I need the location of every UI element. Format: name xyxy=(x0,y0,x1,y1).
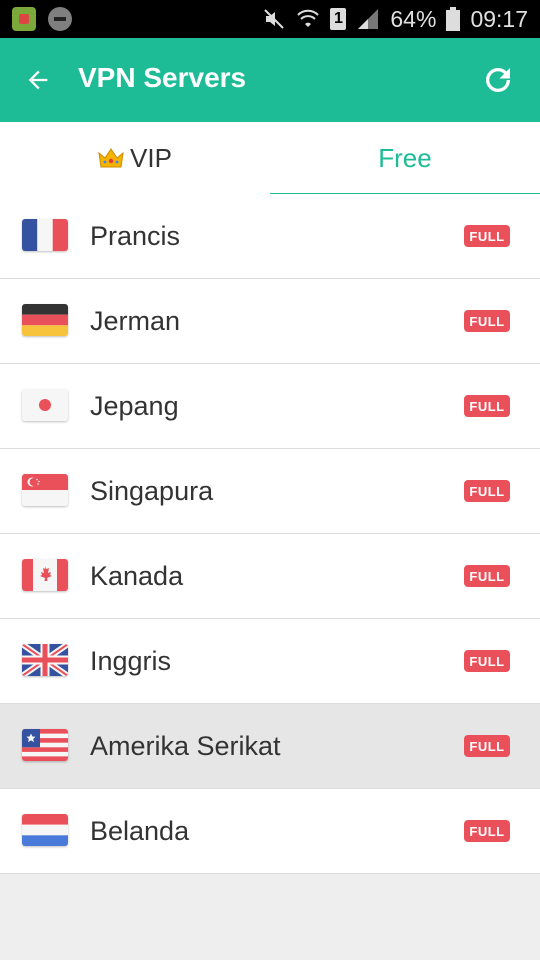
full-badge: FULL xyxy=(464,735,510,757)
uk-flag-icon xyxy=(22,644,68,676)
server-name: Inggris xyxy=(90,646,172,676)
france-flag-icon xyxy=(22,219,68,251)
server-row-singapura[interactable]: Singapura FULL xyxy=(0,449,540,534)
full-badge: FULL xyxy=(464,650,510,672)
server-name: Belanda xyxy=(90,816,190,846)
server-name: Singapura xyxy=(90,476,214,506)
germany-flag-icon xyxy=(22,304,68,336)
full-badge: FULL xyxy=(464,820,510,842)
tab-vip[interactable]: VIP xyxy=(0,122,270,194)
signal-icon xyxy=(358,9,379,29)
server-name: Amerika Serikat xyxy=(90,731,281,761)
app-bar: VPN Servers xyxy=(0,38,540,122)
server-list: Prancis FULL Jerman FULL Jepang FULL Sin… xyxy=(0,194,540,874)
server-row-prancis[interactable]: Prancis FULL xyxy=(0,194,540,279)
full-badge: FULL xyxy=(464,565,510,587)
full-badge: FULL xyxy=(464,395,510,417)
vpn-key-icon xyxy=(48,7,72,31)
server-name: Jepang xyxy=(90,391,179,421)
refresh-icon xyxy=(486,68,510,92)
page-title: VPN Servers xyxy=(78,62,247,93)
server-name: Kanada xyxy=(90,561,184,591)
arrow-left-icon xyxy=(28,70,48,90)
full-badge: FULL xyxy=(464,225,510,247)
server-row-jepang[interactable]: Jepang FULL xyxy=(0,364,540,449)
battery-icon xyxy=(446,7,461,31)
japan-flag-icon xyxy=(22,389,68,421)
server-name: Prancis xyxy=(90,221,181,251)
server-row-kanada[interactable]: Kanada FULL xyxy=(0,534,540,619)
tab-free[interactable]: Free xyxy=(270,122,540,194)
sim-indicator: 1 xyxy=(330,8,347,30)
crown-icon xyxy=(98,148,124,168)
mute-icon xyxy=(264,9,285,29)
clock: 09:17 xyxy=(470,5,528,32)
tab-vip-label: VIP xyxy=(130,142,172,173)
netherlands-flag-icon xyxy=(22,814,68,846)
back-button[interactable] xyxy=(18,60,58,100)
server-row-inggris[interactable]: Inggris FULL xyxy=(0,619,540,704)
usa-flag-icon xyxy=(22,729,68,761)
refresh-button[interactable] xyxy=(478,60,518,100)
status-bar: 1 64% 09:17 xyxy=(0,0,540,38)
tab-bar: VIP Free xyxy=(0,122,540,196)
server-row-amerika-serikat[interactable]: Amerika Serikat FULL xyxy=(0,704,540,789)
singapore-flag-icon xyxy=(22,474,68,506)
server-row-jerman[interactable]: Jerman FULL xyxy=(0,279,540,364)
wifi-icon xyxy=(297,9,320,27)
full-badge: FULL xyxy=(464,480,510,502)
server-row-belanda[interactable]: Belanda FULL xyxy=(0,789,540,874)
tab-free-label: Free xyxy=(378,142,432,173)
full-badge: FULL xyxy=(464,310,510,332)
battery-percent: 64% xyxy=(390,5,437,32)
server-name: Jerman xyxy=(90,306,181,336)
canada-flag-icon xyxy=(22,559,68,591)
app-notification-icon xyxy=(12,7,36,31)
